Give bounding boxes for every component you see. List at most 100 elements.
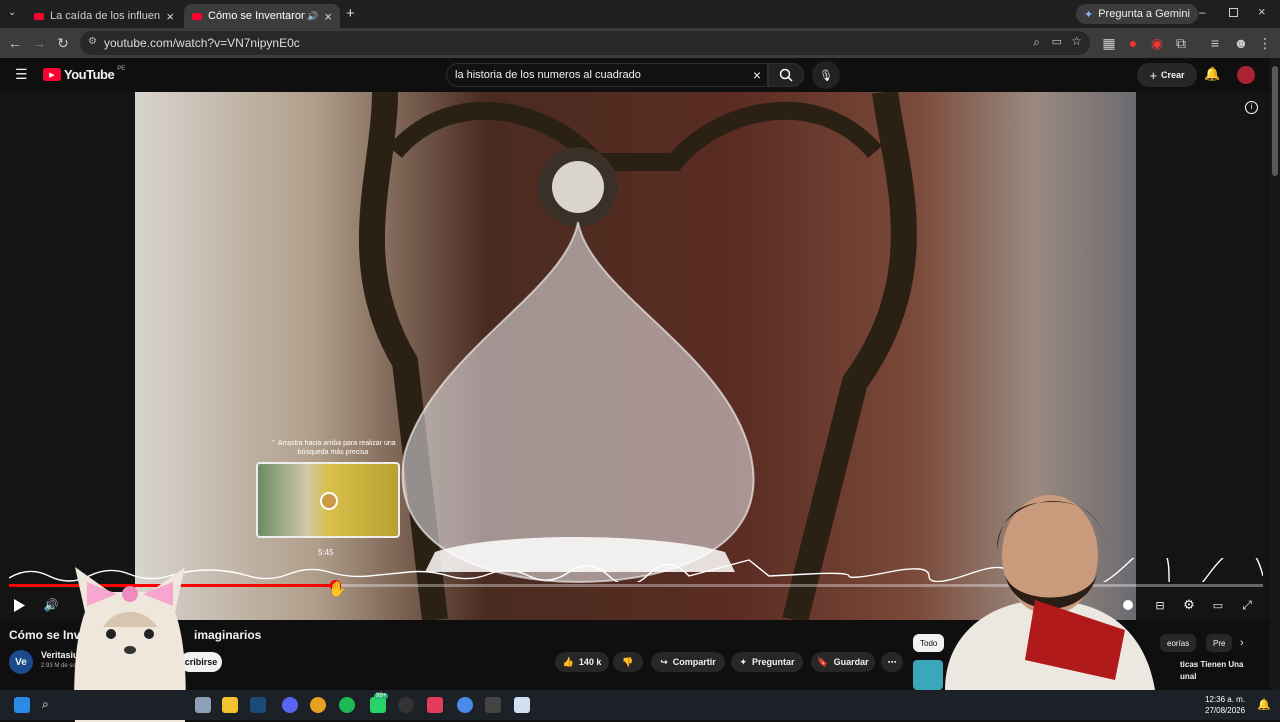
gemini-label: Pregunta a Gemini <box>1098 8 1190 20</box>
page-scrollbar-thumb[interactable] <box>1272 66 1278 176</box>
speaker-icon[interactable]: 🔊 <box>307 11 318 22</box>
theater-icon: ▭ <box>1212 599 1224 612</box>
back-icon[interactable]: ← <box>6 34 24 52</box>
tab-list-chevron-icon[interactable]: ⌄ <box>8 7 16 18</box>
tab-label: Cómo se Inventaron los Nú <box>208 10 306 22</box>
restore-icon[interactable] <box>1229 8 1238 17</box>
extension-icon[interactable]: ▦ <box>1100 34 1118 52</box>
clock-date: 27/08/2026 <box>1205 706 1246 715</box>
discord-icon[interactable] <box>282 697 298 713</box>
recommended-title-line1[interactable]: ticas Tienen Una <box>1180 660 1243 669</box>
search-button[interactable] <box>768 63 804 87</box>
tab-label: La caída de los influencers. - Yo <box>50 10 161 22</box>
chip-pre[interactable]: Pre <box>1206 634 1233 652</box>
ask-button[interactable]: ✦ Preguntar <box>731 652 803 672</box>
thumbs-down-icon: 👎 <box>622 656 634 667</box>
bookmark-star-icon[interactable]: ☆ <box>1071 34 1082 48</box>
zoom-icon[interactable]: ⌕ <box>1033 35 1040 50</box>
windows-taskbar: ⌕ 99+ 12:36 a. m. 27/08/2026 🔔 <box>0 690 1280 720</box>
notifications-icon[interactable]: 🔔 <box>1257 698 1271 711</box>
extension-record-icon[interactable]: ◉ <box>1148 34 1166 52</box>
like-button[interactable]: 👍 140 k <box>555 652 609 672</box>
windows-start-icon[interactable] <box>14 697 30 713</box>
chrome-icon[interactable] <box>310 697 326 713</box>
file-explorer-icon[interactable] <box>222 697 238 713</box>
ask-label: Preguntar <box>752 657 795 667</box>
new-tab-button[interactable]: + <box>346 5 355 22</box>
fullscreen-icon: ⤢ <box>1242 597 1252 612</box>
volume-button[interactable]: 🔊 <box>42 596 60 614</box>
theater-mode-button[interactable]: ▭ <box>1209 596 1227 614</box>
youtube-logo[interactable]: ▶ YouTube PE <box>43 66 125 82</box>
taskbar-app-icon[interactable] <box>195 697 211 713</box>
seek-preview-thumbnail <box>256 462 400 538</box>
profile-icon[interactable]: ☻ <box>1232 34 1250 52</box>
reading-list-icon[interactable]: ≡ <box>1206 34 1224 52</box>
save-button[interactable]: 🔖 Guardar <box>811 652 875 672</box>
play-icon <box>14 598 25 612</box>
fullscreen-button[interactable]: ⤢ <box>1238 596 1256 614</box>
sparkle-icon: ✦ <box>739 656 748 667</box>
search-icon <box>779 68 793 82</box>
hand-cursor-icon: ✋ <box>328 581 347 598</box>
app-window-icon[interactable] <box>514 697 530 713</box>
microphone-icon: 🎙 <box>819 69 833 82</box>
chip-pre-label: Pre <box>1213 638 1226 648</box>
steam-icon[interactable] <box>250 697 266 713</box>
seek-preview-time: 5:45 <box>318 548 334 557</box>
more-actions-button[interactable]: ⋯ <box>881 652 903 672</box>
streamlabs-icon[interactable] <box>427 697 443 713</box>
gemini-sparkle-icon: ✦ <box>1084 8 1094 21</box>
forward-icon[interactable]: → <box>30 34 48 52</box>
cast-icon[interactable]: ▭ <box>1052 35 1062 48</box>
dislike-button[interactable]: 👎 <box>613 652 643 672</box>
clear-search-icon[interactable]: × <box>753 67 761 83</box>
voice-search-button[interactable]: 🎙 <box>812 61 840 89</box>
play-button[interactable] <box>10 596 28 614</box>
tab-influencers[interactable]: La caída de los influencers. - Yo × <box>26 4 182 28</box>
webcam-overlay <box>905 480 1185 690</box>
channel-avatar[interactable]: Ve <box>9 650 33 674</box>
taskbar-search-icon[interactable]: ⌕ <box>42 697 58 713</box>
streamer-webcam-image <box>945 495 1155 690</box>
close-window-icon[interactable]: × <box>1258 4 1266 19</box>
search-query: la historia de los numeros al cuadrado <box>455 69 641 81</box>
site-info-icon[interactable]: ⚙ <box>88 36 97 47</box>
like-count: 140 k <box>578 657 602 667</box>
taskbar-clock[interactable]: 12:36 a. m. 27/08/2026 <box>1205 694 1245 716</box>
spotify-icon[interactable] <box>339 697 355 713</box>
youtube-header: ☰ ▶ YouTube PE la historia de los numero… <box>0 58 1270 92</box>
search-input[interactable]: la historia de los numeros al cuadrado × <box>446 63 768 87</box>
hamburger-menu-icon[interactable]: ☰ <box>15 66 28 83</box>
preview-heart-icon <box>320 492 338 510</box>
minimize-icon[interactable]: – <box>1199 5 1206 19</box>
chrome-active-icon[interactable] <box>457 697 473 713</box>
share-label: Compartir <box>672 657 716 667</box>
tab-numeros[interactable]: Cómo se Inventaron los Nú 🔊 × <box>184 4 340 28</box>
chips-next-chevron-icon[interactable]: › <box>1240 637 1244 649</box>
video-title-right: imaginarios <box>194 628 262 642</box>
close-tab-icon[interactable]: × <box>324 9 332 24</box>
url-text: youtube.com/watch?v=VN7nipynE0c <box>104 36 300 50</box>
whatsapp-icon[interactable] <box>370 697 386 713</box>
close-tab-icon[interactable]: × <box>166 9 174 24</box>
create-label: Crear <box>1161 70 1185 80</box>
notifications-bell-icon[interactable]: 🔔 <box>1204 66 1220 82</box>
terminal-icon[interactable] <box>485 697 501 713</box>
share-button[interactable]: ↪ Compartir <box>651 652 725 672</box>
url-field[interactable]: ⚙ youtube.com/watch?v=VN7nipynE0c ⌕ ▭ ☆ <box>80 31 1090 55</box>
reload-icon[interactable]: ↻ <box>54 34 72 52</box>
obs-icon[interactable] <box>398 697 414 713</box>
share-arrow-icon: ↪ <box>660 656 668 667</box>
more-horizontal-icon: ⋯ <box>887 656 897 667</box>
account-avatar[interactable] <box>1237 66 1255 84</box>
extension-red-icon[interactable]: ● <box>1124 34 1142 52</box>
bookmark-icon: 🔖 <box>817 656 829 667</box>
info-icon[interactable]: i <box>1245 101 1258 114</box>
create-button[interactable]: + Crear <box>1137 63 1197 87</box>
extensions-puzzle-icon[interactable]: ⧉ <box>1172 34 1190 52</box>
clock-time: 12:36 a. m. <box>1205 695 1246 704</box>
browser-menu-icon[interactable]: ⋮ <box>1256 34 1274 52</box>
gemini-button[interactable]: ✦ Pregunta a Gemini <box>1076 4 1198 24</box>
notification-badge: 99+ <box>374 693 389 699</box>
